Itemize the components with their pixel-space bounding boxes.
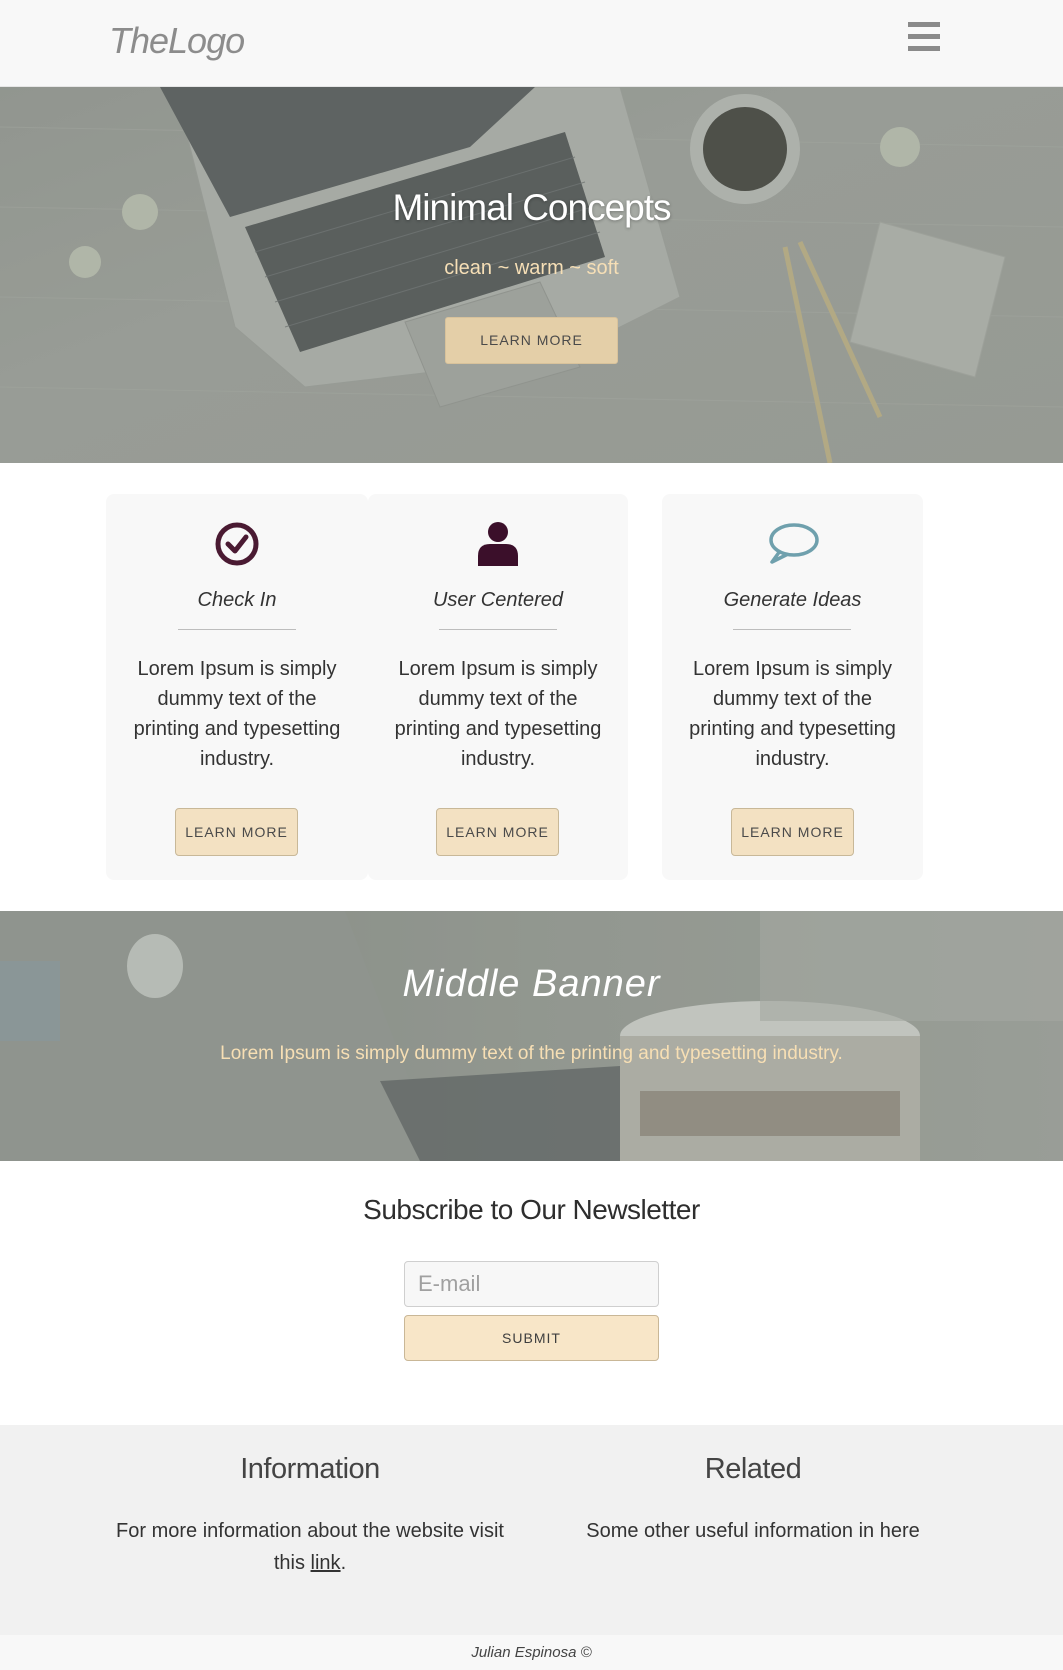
card-title: User Centered xyxy=(432,589,564,611)
card-divider xyxy=(178,629,296,630)
footer-info-link[interactable]: link xyxy=(311,1552,341,1574)
card-title: Check In xyxy=(197,589,277,611)
hamburger-menu-icon[interactable] xyxy=(908,22,942,58)
banner-text: Lorem Ipsum is simply dummy text of the … xyxy=(220,1043,843,1064)
hero-title: Minimal Concepts xyxy=(392,187,671,228)
footer-related-text: Some other useful information in here xyxy=(586,1520,920,1542)
generate-ideas-learn-more-button[interactable]: LEARN MORE xyxy=(731,808,854,856)
banner-title: Middle Banner xyxy=(402,963,661,1005)
speech-bubble-icon xyxy=(662,520,923,568)
site-footer: Information For more information about t… xyxy=(0,1425,1063,1635)
card-text: Lorem Ipsum is simply dummy text of the … xyxy=(133,658,341,770)
feature-card-user-centered: User Centered Lorem Ipsum is simply dumm… xyxy=(368,494,628,880)
card-text: Lorem Ipsum is simply dummy text of the … xyxy=(689,658,896,770)
card-text: Lorem Ipsum is simply dummy text of the … xyxy=(394,658,602,770)
card-divider xyxy=(733,629,851,630)
feature-card-check-in: Check In Lorem Ipsum is simply dummy tex… xyxy=(106,494,368,880)
check-in-learn-more-button[interactable]: LEARN MORE xyxy=(175,808,298,856)
site-logo[interactable]: TheLogo xyxy=(109,20,245,62)
middle-banner: Middle Banner Lorem Ipsum is simply dumm… xyxy=(0,911,1063,1161)
footer-information-text: For more information about the website v… xyxy=(116,1520,504,1574)
hero-learn-more-button[interactable]: LEARN MORE xyxy=(445,317,618,364)
check-circle-icon xyxy=(106,520,368,568)
card-divider xyxy=(439,629,557,630)
email-field[interactable] xyxy=(404,1261,659,1307)
footer-related-title: Related xyxy=(704,1453,802,1485)
user-centered-learn-more-button[interactable]: LEARN MORE xyxy=(436,808,559,856)
submit-button[interactable]: SUBMIT xyxy=(404,1315,659,1361)
footer-information-title: Information xyxy=(240,1453,380,1485)
card-title: Generate Ideas xyxy=(723,589,862,611)
hero-section: Minimal Concepts clean ~ warm ~ soft LEA… xyxy=(0,87,1063,463)
copyright-text: Julian Espinosa © xyxy=(0,1635,1063,1670)
feature-card-generate-ideas: Generate Ideas Lorem Ipsum is simply dum… xyxy=(662,494,923,880)
newsletter-title: Subscribe to Our Newsletter xyxy=(363,1194,700,1225)
hero-subtitle: clean ~ warm ~ soft xyxy=(444,257,619,279)
user-icon xyxy=(368,520,628,568)
site-header: TheLogo xyxy=(0,0,1063,87)
banner-overlay xyxy=(0,911,1063,1161)
